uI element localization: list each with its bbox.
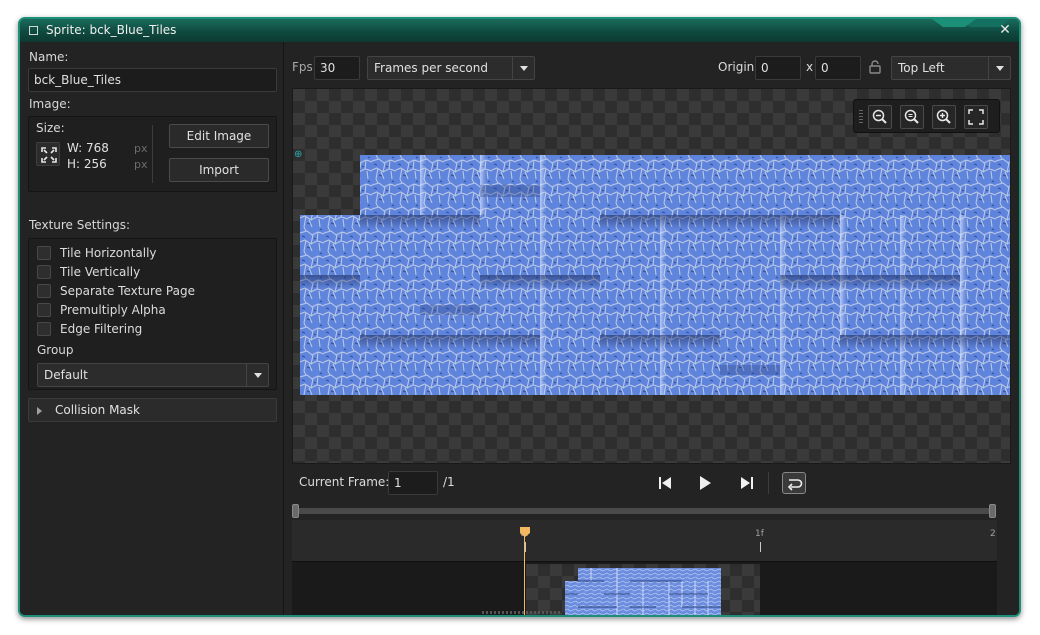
chevron-down-icon[interactable] bbox=[988, 57, 1010, 79]
window-body: Name: bck_Blue_Tiles Image: Size: W: 768… bbox=[20, 42, 1019, 615]
play-icon[interactable] bbox=[694, 472, 716, 494]
sprite-preview-panel: Fps 30 Frames per second Origin 0 x 0 To… bbox=[285, 42, 1019, 615]
zoom-toolbar bbox=[853, 99, 1000, 133]
title-bar[interactable]: Sprite: bck_Blue_Tiles ✕ bbox=[20, 19, 1019, 42]
close-icon[interactable]: ✕ bbox=[997, 22, 1013, 38]
sprite-image bbox=[300, 155, 1010, 395]
name-field[interactable]: bck_Blue_Tiles bbox=[28, 68, 277, 92]
fps-mode-value: Frames per second bbox=[374, 61, 488, 75]
width-value: W: 768 bbox=[67, 141, 109, 155]
collision-mask-label: Collision Mask bbox=[55, 403, 140, 417]
skip-to-end-icon[interactable] bbox=[736, 472, 758, 494]
collision-mask-section[interactable]: Collision Mask bbox=[28, 398, 277, 422]
image-group: Size: W: 768 H: 256 px px Edit Image Imp… bbox=[28, 116, 277, 192]
checkbox-box[interactable] bbox=[37, 246, 51, 260]
sprite-canvas[interactable]: ⊕ bbox=[292, 88, 1011, 464]
import-button[interactable]: Import bbox=[169, 158, 269, 182]
fps-label: Fps bbox=[292, 60, 313, 74]
origin-x-input[interactable]: 0 bbox=[755, 56, 801, 80]
origin-preset-dropdown[interactable]: Top Left bbox=[891, 56, 1011, 80]
lock-icon[interactable] bbox=[869, 60, 881, 74]
current-frame-input[interactable]: 1 bbox=[388, 471, 438, 495]
fps-input[interactable]: 30 bbox=[314, 56, 360, 80]
scrub-track[interactable] bbox=[296, 508, 993, 514]
window-title: Sprite: bck_Blue_Tiles bbox=[46, 23, 177, 37]
checkbox-box[interactable] bbox=[37, 303, 51, 317]
checkbox-label: Tile Vertically bbox=[60, 265, 141, 279]
zoom-reset-icon[interactable] bbox=[900, 105, 924, 129]
fit-screen-icon[interactable] bbox=[964, 105, 988, 129]
sprite-editor-window: Sprite: bck_Blue_Tiles ✕ Name: bck_Blue_… bbox=[18, 17, 1021, 617]
frame-thumbnail-image bbox=[565, 568, 721, 615]
divider bbox=[768, 472, 769, 494]
image-label: Image: bbox=[29, 97, 71, 111]
timeline: 0f 1f 2 bbox=[292, 502, 997, 615]
range-start-handle[interactable] bbox=[292, 504, 299, 518]
checkbox-box[interactable] bbox=[37, 284, 51, 298]
loop-icon[interactable] bbox=[782, 472, 806, 494]
fps-mode-dropdown[interactable]: Frames per second bbox=[367, 56, 535, 80]
height-value: H: 256 bbox=[67, 157, 107, 171]
tick-mark bbox=[760, 542, 761, 552]
total-frames-text: /1 bbox=[443, 475, 455, 489]
expand-size-icon[interactable] bbox=[36, 142, 60, 166]
sprite-properties-panel: Name: bck_Blue_Tiles Image: Size: W: 768… bbox=[20, 42, 284, 615]
texture-settings-group: Tile Horizontally Tile Vertically Separa… bbox=[28, 238, 277, 390]
checkbox-box[interactable] bbox=[37, 265, 51, 279]
width-unit: px bbox=[134, 142, 148, 155]
drag-handle-icon[interactable] bbox=[859, 110, 863, 124]
playback-bar: Current Frame: 1 /1 bbox=[292, 466, 1011, 500]
timeline-scrubber[interactable] bbox=[292, 502, 997, 520]
edit-image-button[interactable]: Edit Image bbox=[169, 124, 269, 148]
group-label: Group bbox=[37, 343, 74, 357]
origin-preset-value: Top Left bbox=[898, 61, 945, 75]
name-label: Name: bbox=[29, 50, 69, 64]
origin-label: Origin bbox=[718, 60, 755, 74]
tick-mark bbox=[525, 542, 526, 552]
checkbox-label: Separate Texture Page bbox=[60, 284, 195, 298]
zoom-in-icon[interactable] bbox=[932, 105, 956, 129]
chevron-down-icon[interactable] bbox=[246, 364, 268, 386]
expand-arrow-icon[interactable] bbox=[37, 407, 42, 415]
resize-grip-icon[interactable] bbox=[482, 611, 560, 614]
range-end-handle[interactable] bbox=[989, 504, 996, 518]
origin-y-input[interactable]: 0 bbox=[815, 56, 861, 80]
current-frame-label: Current Frame: bbox=[299, 475, 390, 489]
texture-settings-label: Texture Settings: bbox=[29, 218, 131, 232]
chevron-down-icon[interactable] bbox=[512, 57, 534, 79]
window-icon bbox=[29, 26, 38, 35]
texture-group-value: Default bbox=[44, 368, 88, 382]
checkbox-box[interactable] bbox=[37, 322, 51, 336]
checkbox-label: Tile Horizontally bbox=[60, 246, 157, 260]
checkbox-label: Premultiply Alpha bbox=[60, 303, 166, 317]
zoom-out-icon[interactable] bbox=[868, 105, 892, 129]
size-label: Size: bbox=[36, 121, 65, 135]
tick-label-2: 2 bbox=[990, 529, 996, 539]
origin-separator: x bbox=[806, 60, 814, 74]
height-unit: px bbox=[134, 158, 148, 171]
texture-group-dropdown[interactable]: Default bbox=[37, 363, 269, 387]
tick-label-1: 1f bbox=[755, 529, 764, 539]
skip-to-start-icon[interactable] bbox=[654, 472, 676, 494]
checkbox-label: Edge Filtering bbox=[60, 322, 143, 336]
divider bbox=[152, 125, 153, 183]
playhead-line bbox=[524, 536, 525, 615]
frame-thumbnail[interactable] bbox=[526, 564, 760, 615]
timeline-ruler[interactable]: 0f 1f 2 bbox=[292, 520, 997, 562]
